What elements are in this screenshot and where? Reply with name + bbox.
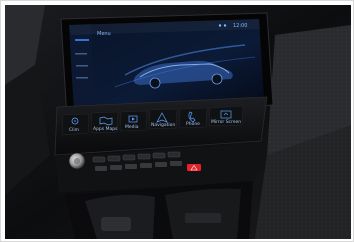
- touch-button-navigation[interactable]: Navigation: [148, 108, 178, 130]
- physical-key-lower[interactable]: [110, 165, 122, 170]
- physical-key[interactable]: [137, 153, 151, 160]
- physical-key[interactable]: [107, 155, 121, 162]
- touch-button-label: Phone: [186, 121, 200, 127]
- physical-key-lower[interactable]: [125, 164, 137, 169]
- touch-button-phone[interactable]: Phone: [178, 107, 208, 129]
- physical-key-lower[interactable]: [95, 166, 107, 171]
- touch-button-clim[interactable]: Clim: [61, 113, 90, 136]
- screen-menu-item[interactable]: [75, 53, 87, 55]
- screen-menu-item[interactable]: [76, 77, 88, 79]
- touch-button-apps-maps[interactable]: Apps Maps: [90, 111, 119, 134]
- photo-frame: Menu 12:00 Clim Apps Maps Media Navigati…: [0, 0, 354, 242]
- screen-menu-item[interactable]: [76, 65, 88, 67]
- touch-button-mirror-screen[interactable]: Mirror Screen: [208, 105, 244, 127]
- physical-key[interactable]: [92, 156, 106, 163]
- console-cupholder: [101, 217, 131, 231]
- dashboard-photo: Menu 12:00 Clim Apps Maps Media Navigati…: [5, 5, 351, 239]
- touch-button-label: Clim: [69, 127, 79, 133]
- dashboard-scene: Menu 12:00 Clim Apps Maps Media Navigati…: [5, 5, 351, 239]
- physical-key[interactable]: [167, 151, 181, 158]
- physical-key[interactable]: [122, 154, 136, 161]
- hazard-button[interactable]: [187, 164, 201, 171]
- console-bin: [85, 194, 155, 239]
- physical-key-lower[interactable]: [170, 161, 182, 166]
- touch-button-label: Mirror Screen: [211, 119, 241, 125]
- console-vent: [185, 213, 221, 223]
- screen-menu-item-active[interactable]: [75, 39, 89, 41]
- touch-button-label: Navigation: [151, 122, 175, 128]
- physical-key[interactable]: [152, 152, 166, 159]
- car-wheel: [211, 73, 223, 85]
- physical-key-lower[interactable]: [155, 162, 167, 167]
- touch-button-label: Media: [125, 124, 139, 130]
- physical-key-lower[interactable]: [140, 163, 152, 168]
- touch-button-media[interactable]: Media: [119, 110, 148, 132]
- knob-center: [73, 157, 81, 165]
- car-wheel: [149, 77, 161, 89]
- touch-button-label: Apps Maps: [93, 126, 118, 132]
